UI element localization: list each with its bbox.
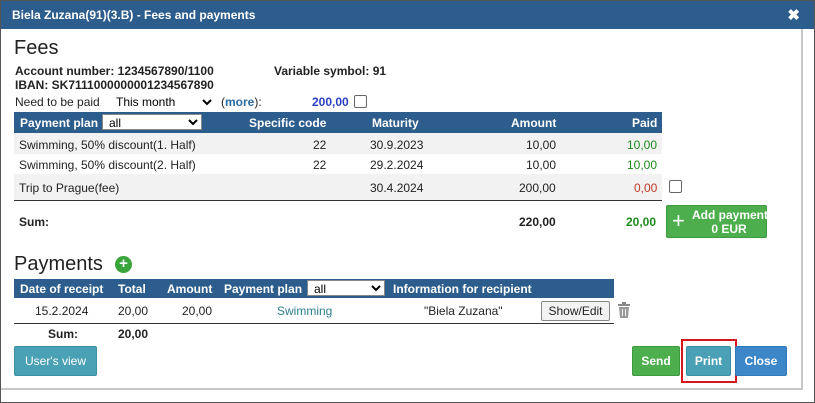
col-amount: Amount [511,116,557,130]
close-button[interactable]: Close [735,346,787,376]
col-payment-plan: Payment plan [20,116,99,130]
fees-sum-amount: 220,00 [519,215,556,229]
more-link-wrapper: (more): [221,95,262,109]
fee-row-checkbox[interactable] [669,180,682,193]
payment-row-info: "Biela Zuzana" [424,304,503,318]
fee-row-paid: 0,00 [634,181,658,195]
payments-heading: Payments [14,253,103,275]
fee-row-amount: 200,00 [519,181,556,195]
fee-row-maturity: 30.9.2023 [370,138,424,152]
fees-table-header: Payment plan all Specific code Maturity … [14,112,662,133]
add-payment-button[interactable]: + Add payment 0 EUR [666,205,769,238]
need-to-be-paid-label: Need to be paid [15,95,100,109]
col-paid: Paid [632,116,658,130]
dialog-title: Biela Zuzana(91)(3.B) - Fees and payment… [12,8,256,22]
fee-row-name: Swimming, 50% discount(2. Half) [19,158,196,172]
fees-sum-label: Sum: [19,215,49,229]
payment-row-amount: 20,00 [182,304,213,318]
col-payment-plan: Payment plan [224,282,303,296]
fee-row-maturity: 30.4.2024 [370,181,424,195]
plus-icon: + [672,208,685,233]
fee-row-amount: 10,00 [526,138,557,152]
dialog-border-right [801,29,803,389]
fee-row-name: Trip to Prague(fee) [19,181,120,195]
fee-row-code: 22 [313,158,327,172]
fee-row-paid: 10,00 [627,138,658,152]
close-icon[interactable]: ✖ [787,6,800,24]
trash-icon[interactable] [617,302,631,318]
payments-table-header: Date of receipt Total Amount Payment pla… [14,279,614,298]
send-button[interactable]: Send [632,346,680,376]
col-total: Total [118,282,146,296]
payments-sum-divider [14,323,614,324]
fee-row-maturity: 29.2.2024 [370,158,424,172]
more-paren-close: ): [254,95,262,109]
payments-plan-filter[interactable]: all [307,280,385,296]
iban: IBAN: SK7111000000001234567890 [15,78,214,92]
more-link[interactable]: more [225,95,254,109]
variable-symbol: Variable symbol: 91 [274,64,387,78]
col-date-of-receipt: Date of receipt [20,282,104,296]
print-button[interactable]: Print [686,346,731,376]
payments-sum-label: Sum: [48,327,78,341]
fee-row-code: 22 [313,138,327,152]
fee-row-amount: 10,00 [526,158,557,172]
account-number: Account number: 1234567890/1100 [15,64,214,78]
need-period-select[interactable]: This month [110,94,215,110]
col-information-for-recipient: Information for recipient [393,282,532,296]
fees-plan-filter[interactable]: all [102,114,202,130]
fee-row-name: Swimming, 50% discount(1. Half) [19,138,196,152]
fees-sum-paid: 20,00 [626,215,657,229]
add-payment-label: Add payment [692,208,769,222]
dialog-border-bottom [1,388,803,390]
col-specific-code: Specific code [249,116,327,130]
users-view-button[interactable]: User's view [14,346,97,376]
col-amount: Amount [167,282,213,296]
fee-row-paid: 10,00 [627,158,658,172]
fees-heading: Fees [14,37,59,59]
fees-sum-divider [14,200,662,201]
payment-row-date: 15.2.2024 [35,304,89,318]
payment-row-plan[interactable]: Swimming [277,304,332,318]
need-amount-checkbox[interactable] [354,95,367,108]
need-amount: 200,00 [312,95,349,109]
add-payment-amount: 0 EUR [711,222,747,236]
payment-row-total: 20,00 [118,304,149,318]
show-edit-button[interactable]: Show/Edit [541,301,610,321]
add-payment-plus-icon[interactable]: + [115,256,132,273]
dialog-titlebar: Biela Zuzana(91)(3.B) - Fees and payment… [1,1,814,29]
col-maturity: Maturity [372,116,419,130]
payments-sum-total: 20,00 [118,327,149,341]
